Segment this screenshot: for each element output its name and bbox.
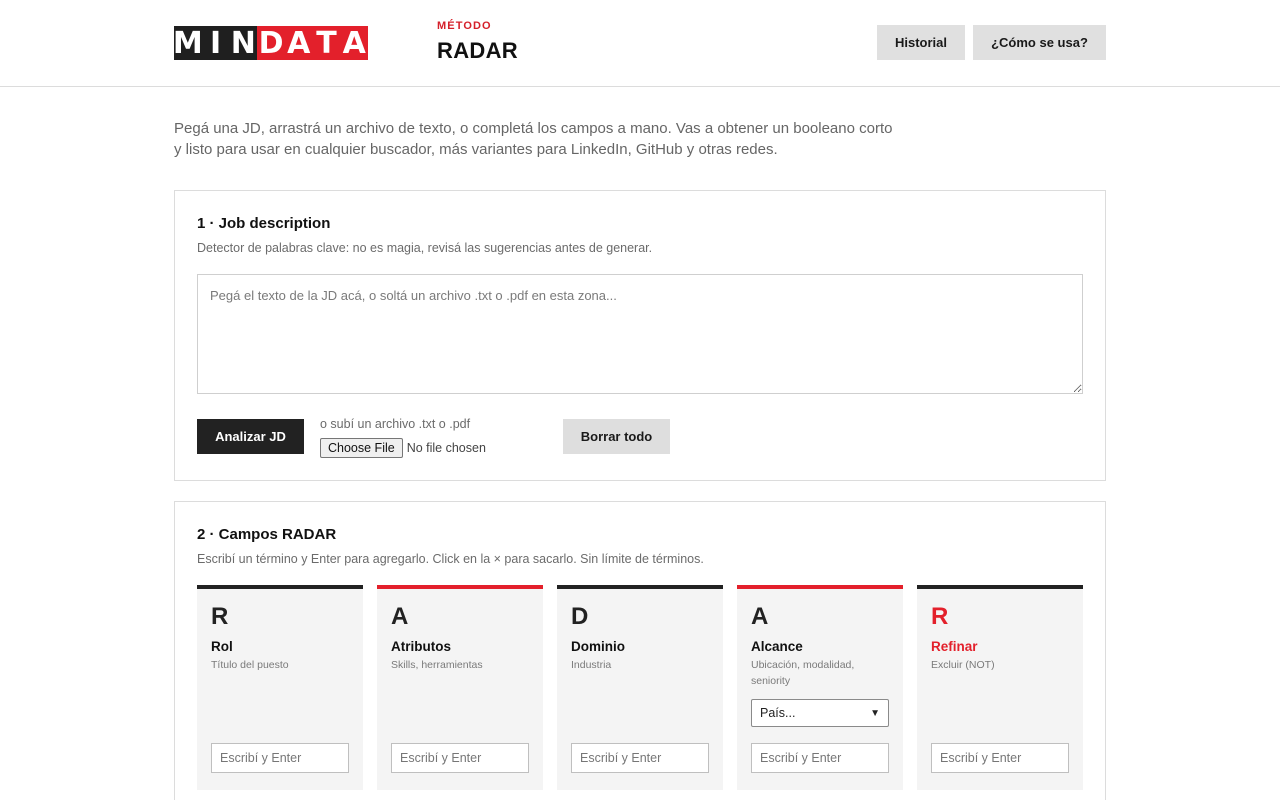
brand-title: RADAR	[437, 38, 518, 63]
card-rol: R Rol Título del puesto	[197, 585, 363, 790]
card-dominio: D Dominio Industria	[557, 585, 723, 790]
file-status: No file chosen	[406, 441, 486, 455]
card-hint: Excluir (NOT)	[931, 659, 995, 671]
card-name: Rol	[211, 639, 233, 654]
card-letter: D	[571, 603, 589, 630]
logo-letter: M	[172, 25, 203, 61]
mindata-logo[interactable]: M I N D A T A	[172, 25, 369, 61]
logo-letter: N	[229, 25, 258, 61]
atributos-term-input[interactable]	[391, 743, 529, 773]
card-name: Alcance	[751, 639, 803, 654]
card-hint: Ubicación, modalidad, seniority	[751, 659, 855, 687]
how-to-use-button[interactable]: ¿Cómo se usa?	[973, 25, 1106, 60]
choose-file-button[interactable]: Choose File	[320, 438, 403, 458]
logo-letter: I	[201, 26, 230, 61]
upload-label: o subí un archivo .txt o .pdf	[320, 417, 471, 431]
analyze-jd-button[interactable]: Analizar JD	[197, 419, 304, 454]
card-atributos: A Atributos Skills, herramientas	[377, 585, 543, 790]
alcance-term-input[interactable]	[751, 743, 889, 773]
logo-letter: A	[340, 26, 369, 61]
history-button[interactable]: Historial	[877, 25, 965, 60]
radar-panel-description: Escribí un término y Enter para agregarl…	[197, 552, 704, 566]
card-hint: Título del puesto	[211, 659, 289, 671]
radar-panel-title: 2 · Campos RADAR	[197, 526, 337, 543]
card-name: Refinar	[931, 639, 978, 654]
chevron-down-icon: ▼	[870, 707, 880, 719]
app-header: M I N D A T A MÉTODO RADAR Historial ¿Có…	[0, 0, 1280, 87]
logo-letter: A	[284, 26, 313, 61]
logo-letter: D	[257, 25, 285, 61]
file-input[interactable]: Choose File No file chosen	[320, 438, 486, 458]
jd-panel-title: 1 · Job description	[197, 215, 331, 232]
radar-cards: R Rol Título del puesto A Atributos Skil…	[197, 585, 1083, 790]
jd-panel-description: Detector de palabras clave: no es magia,…	[197, 241, 653, 255]
brand-subtitle: MÉTODO	[437, 20, 492, 32]
card-letter: R	[211, 603, 229, 630]
card-letter: A	[391, 603, 409, 630]
clear-all-button[interactable]: Borrar todo	[563, 419, 670, 454]
card-letter: R	[931, 603, 949, 630]
card-hint: Industria	[571, 659, 612, 671]
rol-term-input[interactable]	[211, 743, 349, 773]
intro-text: Pegá una JD, arrastrá un archivo de text…	[174, 120, 893, 158]
card-name: Dominio	[571, 639, 625, 654]
country-select-value: País...	[760, 706, 796, 720]
logo-letter: T	[312, 26, 341, 61]
jd-panel: 1 · Job description Detector de palabras…	[174, 190, 1106, 481]
card-alcance: A Alcance Ubicación, modalidad, seniorit…	[737, 585, 903, 790]
card-name: Atributos	[391, 639, 451, 654]
card-refinar: R Refinar Excluir (NOT)	[917, 585, 1083, 790]
dominio-term-input[interactable]	[571, 743, 709, 773]
country-select[interactable]: País... ▼	[751, 699, 889, 727]
card-letter: A	[751, 603, 769, 630]
refinar-term-input[interactable]	[931, 743, 1069, 773]
jd-textarea[interactable]	[197, 274, 1083, 394]
radar-panel: 2 · Campos RADAR Escribí un término y En…	[174, 501, 1106, 800]
card-hint: Skills, herramientas	[391, 659, 483, 671]
